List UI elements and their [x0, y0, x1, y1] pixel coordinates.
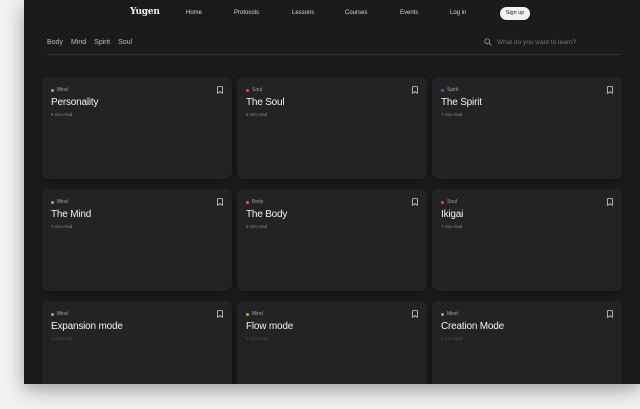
- nav-courses[interactable]: Courses: [345, 10, 367, 16]
- lesson-card[interactable]: Soul Ikigai 7 min read: [432, 189, 622, 291]
- lesson-card[interactable]: Mind Personality 5 min read: [42, 77, 232, 179]
- card-title: Ikigai: [441, 209, 464, 220]
- read-time: 5 min read: [51, 112, 73, 117]
- category-tag: Mind: [246, 311, 263, 317]
- brand-logo[interactable]: Yugen: [130, 7, 160, 17]
- read-time: 3 min read: [441, 336, 463, 341]
- lesson-card[interactable]: Mind Expansion mode 3 min read: [42, 301, 232, 384]
- category-label: Soul: [252, 87, 263, 93]
- read-time: 8 min read: [246, 112, 268, 117]
- lesson-card[interactable]: Body The Body 9 min read: [237, 189, 427, 291]
- search-bar: [484, 38, 607, 46]
- lesson-card[interactable]: Mind Flow mode 3 min read: [237, 301, 427, 384]
- filter-spirit[interactable]: Spirit: [94, 39, 110, 46]
- lesson-card[interactable]: Soul The Soul 8 min read: [237, 77, 427, 179]
- signup-button[interactable]: Sign up: [500, 7, 530, 20]
- lesson-grid: Mind Personality 5 min read Soul The Sou…: [42, 77, 622, 384]
- category-label: Soul: [447, 199, 458, 205]
- read-time: 3 min read: [51, 336, 73, 341]
- category-label: Mind: [57, 87, 68, 93]
- category-label: Spirit: [447, 87, 459, 93]
- app-window: Yugen Home Protocols Lessons Courses Eve…: [24, 0, 640, 384]
- card-title: Creation Mode: [441, 321, 504, 332]
- card-title: The Mind: [51, 209, 92, 220]
- nav-events[interactable]: Events: [400, 10, 418, 16]
- category-dot: [51, 88, 54, 92]
- bookmark-icon[interactable]: [412, 86, 418, 94]
- category-label: Body: [252, 199, 264, 205]
- nav-protocols[interactable]: Protocols: [234, 10, 259, 16]
- search-icon[interactable]: [484, 38, 492, 46]
- filter-body[interactable]: Body: [47, 39, 63, 46]
- card-title: The Spirit: [441, 97, 482, 108]
- filter-soul[interactable]: Soul: [118, 39, 132, 46]
- category-tag: Spirit: [441, 87, 458, 93]
- nav-lessons[interactable]: Lessons: [292, 10, 314, 16]
- bookmark-icon[interactable]: [217, 198, 223, 206]
- category-tag: Soul: [246, 87, 262, 93]
- category-tag: Mind: [51, 199, 68, 205]
- lesson-card[interactable]: Mind The Mind 7 min read: [42, 189, 232, 291]
- category-label: Mind: [252, 311, 263, 317]
- bookmark-icon[interactable]: [412, 310, 418, 318]
- category-dot: [246, 312, 249, 316]
- nav-home[interactable]: Home: [186, 10, 202, 16]
- bookmark-icon[interactable]: [217, 86, 223, 94]
- read-time: 3 min read: [246, 336, 268, 341]
- category-tag: Mind: [51, 311, 68, 317]
- read-time: 7 min read: [441, 224, 463, 229]
- category-tag: Mind: [51, 87, 68, 93]
- bookmark-icon[interactable]: [607, 198, 613, 206]
- category-label: Mind: [447, 311, 458, 317]
- search-input[interactable]: [497, 38, 607, 46]
- category-label: Mind: [57, 311, 68, 317]
- category-dot: [246, 200, 249, 204]
- category-tag: Body: [246, 199, 263, 205]
- read-time: 7 min read: [51, 224, 73, 229]
- category-dot: [51, 200, 54, 204]
- category-dot: [441, 312, 444, 316]
- category-dot: [246, 88, 249, 92]
- category-label: Mind: [57, 199, 68, 205]
- bookmark-icon[interactable]: [412, 198, 418, 206]
- bookmark-icon[interactable]: [607, 86, 613, 94]
- filter-mind[interactable]: Mind: [71, 39, 86, 46]
- read-time: 9 min read: [246, 224, 268, 229]
- category-dot: [51, 312, 54, 316]
- category-filters: Body Mind Spirit Soul: [47, 39, 132, 46]
- lesson-card[interactable]: Mind Creation Mode 3 min read: [432, 301, 622, 384]
- top-nav: Yugen Home Protocols Lessons Courses Eve…: [24, 0, 640, 28]
- card-title: Expansion mode: [51, 321, 123, 332]
- category-dot: [441, 200, 444, 204]
- card-title: Flow mode: [246, 321, 294, 332]
- category-tag: Soul: [441, 199, 457, 205]
- bookmark-icon[interactable]: [217, 310, 223, 318]
- card-title: The Body: [246, 209, 288, 220]
- read-time: 7 min read: [441, 112, 463, 117]
- card-title: Personality: [51, 97, 99, 108]
- category-dot: [441, 88, 444, 92]
- filter-divider: [47, 54, 620, 55]
- card-title: The Soul: [246, 97, 285, 108]
- bookmark-icon[interactable]: [607, 310, 613, 318]
- lesson-card[interactable]: Spirit The Spirit 7 min read: [432, 77, 622, 179]
- category-tag: Mind: [441, 311, 458, 317]
- nav-login[interactable]: Log in: [450, 10, 466, 16]
